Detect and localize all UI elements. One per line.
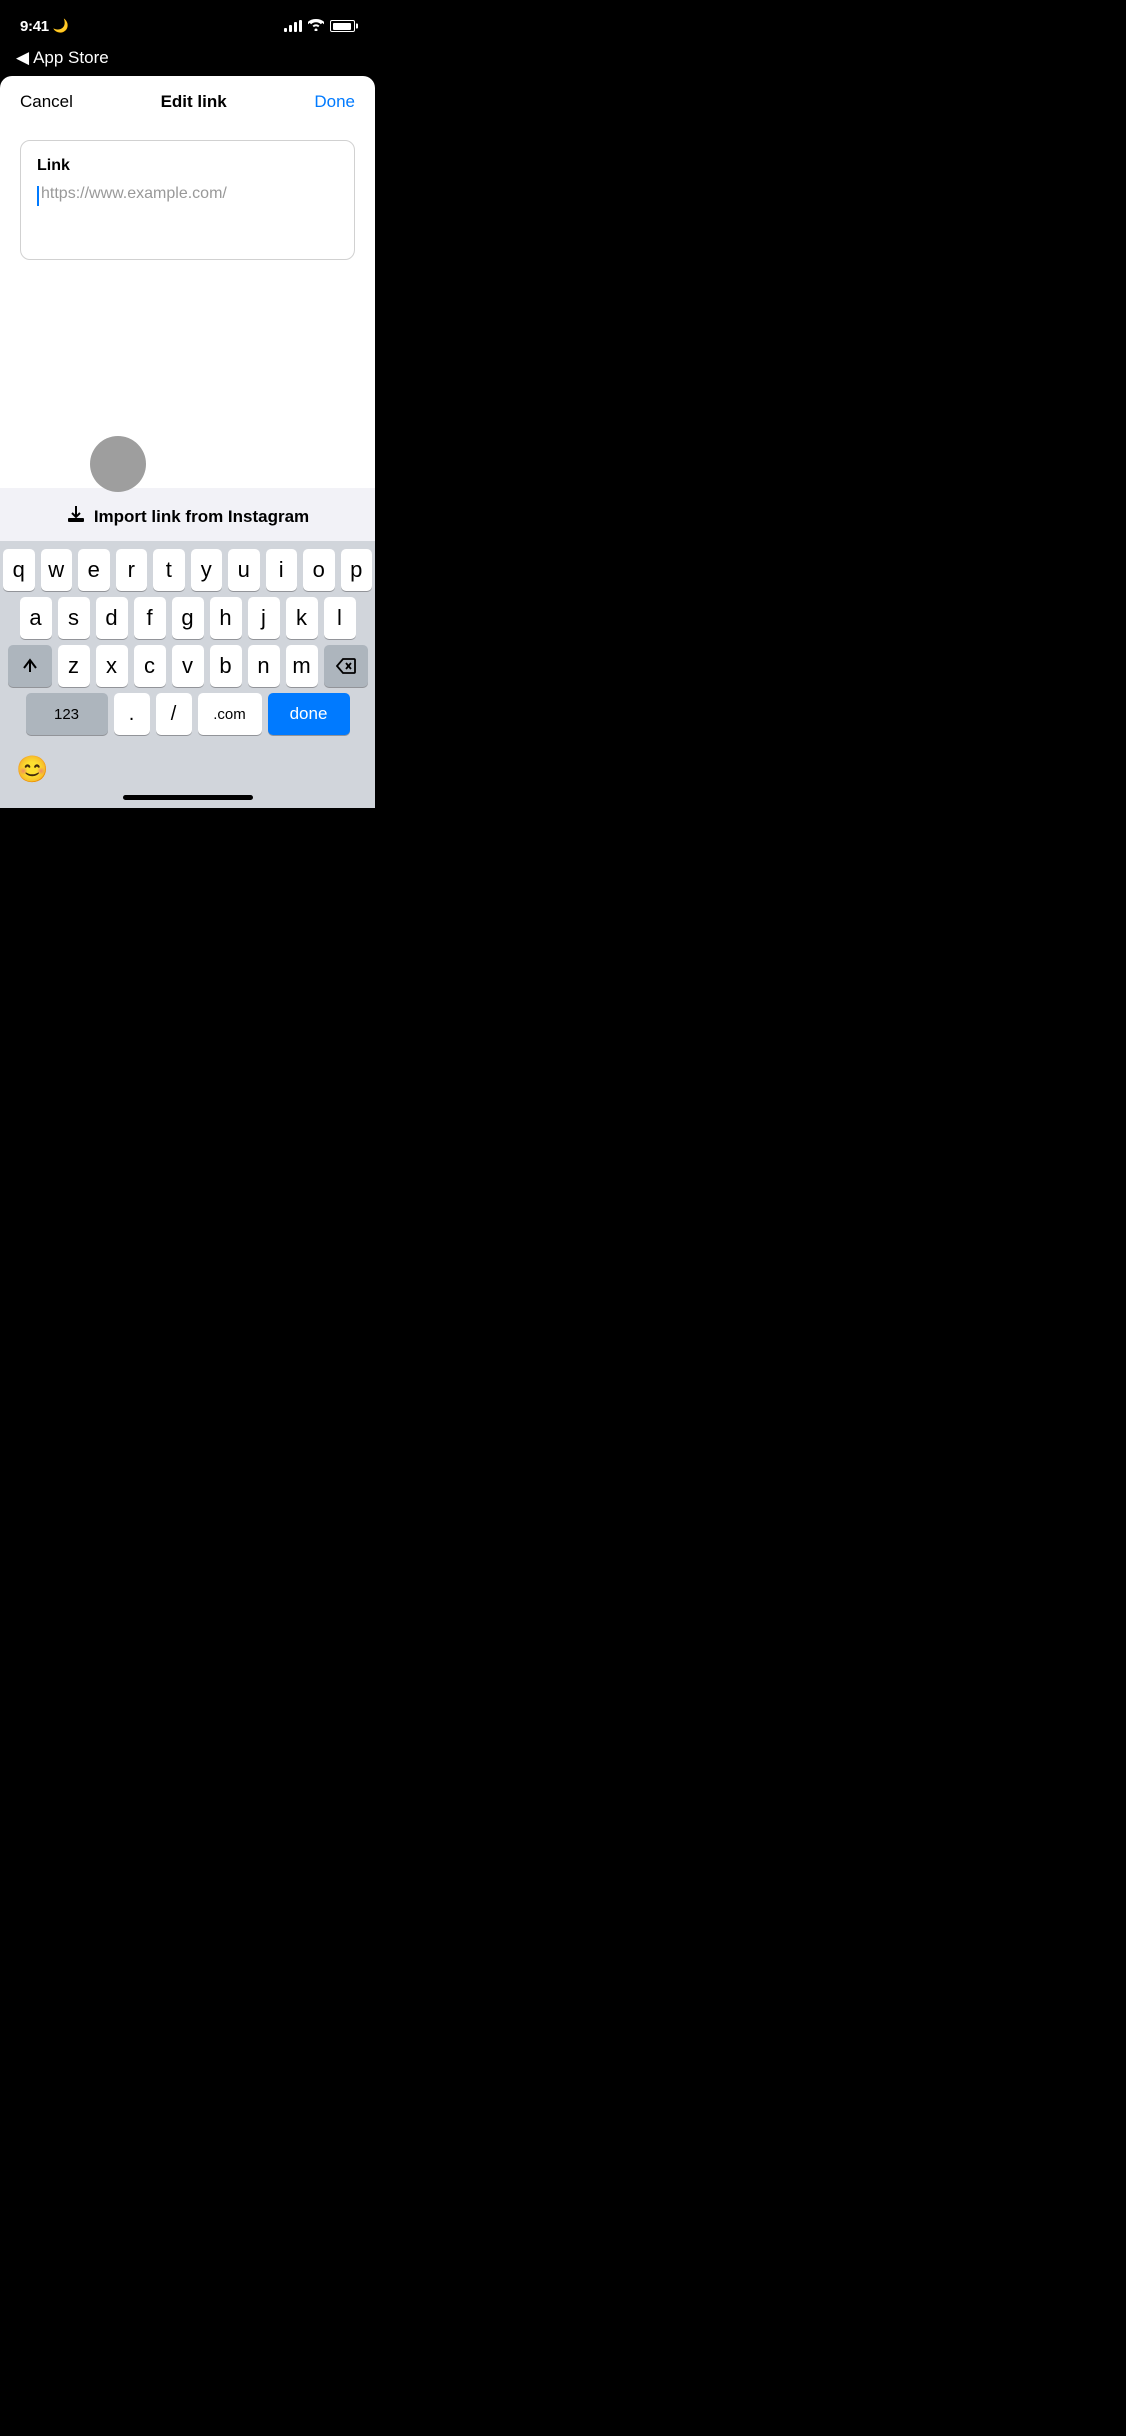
key-b[interactable]: b [210,645,242,687]
nav-back-bar[interactable]: ◀ App Store [0,44,375,76]
key-m[interactable]: m [286,645,318,687]
key-d[interactable]: d [96,597,128,639]
key-y[interactable]: y [191,549,223,591]
home-bar [123,795,253,800]
delete-key[interactable] [324,645,368,687]
key-a[interactable]: a [20,597,52,639]
keyboard: q w e r t y u i o p a s d f g h j k l [0,541,375,745]
key-t[interactable]: t [153,549,185,591]
battery-icon [330,20,355,32]
numbers-key[interactable]: 123 [26,693,108,735]
gray-circle [90,436,146,492]
import-link-label: Import link from Instagram [94,507,309,527]
dotcom-key[interactable]: .com [198,693,262,735]
key-q[interactable]: q [3,549,35,591]
status-icons [284,18,355,34]
key-e[interactable]: e [78,549,110,591]
key-r[interactable]: r [116,549,148,591]
key-n[interactable]: n [248,645,280,687]
key-x[interactable]: x [96,645,128,687]
keyboard-row-3: z x c v b n m [3,645,372,687]
dot-key[interactable]: . [114,693,150,735]
moon-icon: 🌙 [53,18,69,34]
key-c[interactable]: c [134,645,166,687]
modal-title: Edit link [161,92,227,112]
link-input-container: Link https://www.example.com/ [0,124,375,276]
key-p[interactable]: p [341,549,373,591]
link-input-row: https://www.example.com/ [37,185,338,206]
nav-back-label: App Store [33,48,109,68]
cancel-button[interactable]: Cancel [20,92,73,112]
slash-key[interactable]: / [156,693,192,735]
signal-bars-icon [284,20,302,32]
done-button[interactable]: Done [314,92,355,112]
key-z[interactable]: z [58,645,90,687]
keyboard-row-1: q w e r t y u i o p [3,549,372,591]
key-o[interactable]: o [303,549,335,591]
text-cursor [37,186,39,206]
key-u[interactable]: u [228,549,260,591]
link-label: Link [37,157,338,175]
emoji-key[interactable]: 😊 [16,754,48,785]
key-l[interactable]: l [324,597,356,639]
edit-link-header: Cancel Edit link Done [0,76,375,124]
status-bar: 9:41 🌙 [0,0,375,44]
content-area [0,276,375,488]
key-w[interactable]: w [41,549,73,591]
key-h[interactable]: h [210,597,242,639]
home-indicator [0,789,375,808]
key-j[interactable]: j [248,597,280,639]
key-f[interactable]: f [134,597,166,639]
status-time: 9:41 [20,18,49,35]
keyboard-row-4: 123 . / .com done [3,693,372,735]
key-k[interactable]: k [286,597,318,639]
back-arrow-icon: ◀ [16,48,29,68]
modal-sheet: Cancel Edit link Done Link https://www.e… [0,76,375,808]
key-v[interactable]: v [172,645,204,687]
key-g[interactable]: g [172,597,204,639]
link-box[interactable]: Link https://www.example.com/ [20,140,355,260]
key-i[interactable]: i [266,549,298,591]
keyboard-done-key[interactable]: done [268,693,350,735]
link-placeholder: https://www.example.com/ [41,185,227,203]
import-icon [66,504,86,529]
import-link-bar[interactable]: Import link from Instagram [0,488,375,541]
wifi-icon [308,18,324,34]
key-s[interactable]: s [58,597,90,639]
shift-key[interactable] [8,645,52,687]
keyboard-row-2: a s d f g h j k l [3,597,372,639]
keyboard-bottom-bar: 😊 [0,745,375,789]
